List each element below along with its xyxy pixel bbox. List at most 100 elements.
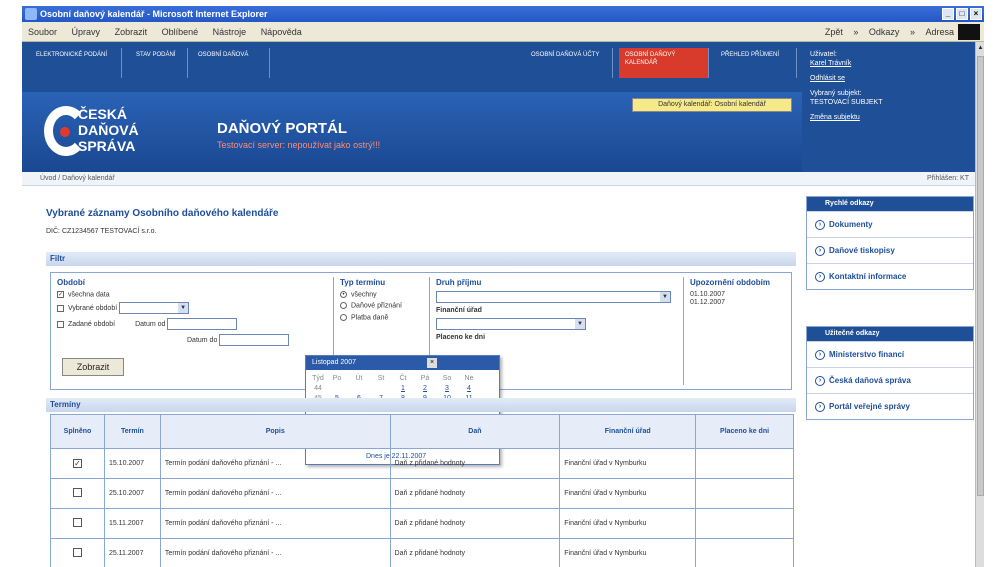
calendar-weekday-header: Po	[332, 375, 342, 382]
checkbox-checked[interactable]: ✓	[57, 291, 64, 298]
toolbar-right: Zpět » Odkazy » Adresa	[817, 22, 954, 42]
done-checkbox[interactable]	[72, 547, 82, 557]
calendar-day	[326, 384, 348, 394]
maximize-button[interactable]: □	[956, 8, 968, 20]
tab-danovy-kalendar[interactable]: OSOBNÍ DAŇOVÝ KALENDÁŘ	[619, 48, 709, 78]
chevron-down-icon[interactable]: ▼	[660, 292, 670, 302]
menu-view[interactable]: Zobrazit	[115, 27, 148, 37]
menu-favorites[interactable]: Oblíbené	[162, 27, 199, 37]
radio[interactable]	[340, 302, 347, 310]
tax-cell: Daň z přidané hodnoty	[389, 538, 561, 567]
scroll-thumb[interactable]	[977, 56, 984, 496]
menu-tools[interactable]: Nástroje	[213, 27, 247, 37]
office-cell: Finanční úřad v Nymburku	[559, 538, 697, 567]
description-cell[interactable]: Termín podání daňového přiznání - ...	[159, 448, 391, 479]
calendar-month[interactable]: Listopad 2007	[312, 359, 356, 366]
back-button[interactable]: Zpět	[825, 27, 843, 37]
sidebar-item-contacts[interactable]: › Kontaktní informace	[807, 263, 973, 289]
done-checkbox[interactable]	[72, 487, 82, 497]
chevron-down-icon[interactable]: ▼	[575, 319, 585, 329]
radio-selected[interactable]: •	[340, 291, 347, 298]
office-cell: Finanční úřad v Nymburku	[559, 448, 697, 479]
druh-label: Druh příjmu	[436, 278, 482, 287]
quick-links-header: Rychlé odkazy	[807, 197, 973, 211]
arrow-circle-icon: ›	[815, 349, 825, 360]
typ-option-priznani[interactable]: Daňové přiznání	[340, 302, 425, 310]
chevron-down-icon[interactable]: ▼	[178, 303, 189, 314]
change-subject-link[interactable]: Změna subjektu	[810, 113, 967, 122]
sidebar-item-cds[interactable]: › Česká daňová správa	[807, 367, 973, 393]
checkbox[interactable]	[57, 320, 64, 328]
col-termin[interactable]: Termín	[103, 414, 161, 449]
filter-header[interactable]: Filtr	[46, 252, 796, 266]
breadcrumb-right: Přihlášen: KT	[802, 172, 975, 186]
description-cell[interactable]: Termín podání daňového přiznání - ...	[159, 538, 391, 567]
paid-cell	[695, 478, 794, 509]
checkbox[interactable]	[57, 304, 64, 312]
useful-links-box: Užitečné odkazy › Ministerstvo financí › Č…	[806, 326, 974, 420]
close-button[interactable]: ×	[970, 8, 982, 20]
tax-cell: Daň z přidané hodnoty	[389, 448, 561, 479]
calendar-day[interactable]: 2	[414, 384, 436, 394]
show-button[interactable]: Zobrazit	[62, 358, 124, 376]
sidebar-item-mf[interactable]: › Ministerstvo financí	[807, 341, 973, 367]
close-icon[interactable]: ×	[427, 358, 437, 368]
menu-edit[interactable]: Úpravy	[72, 27, 101, 37]
uzemi-label: Finanční úřad	[436, 307, 482, 314]
tab-osobni-danova[interactable]: OSOBNÍ DAŇOVÁ	[192, 48, 270, 78]
description-cell[interactable]: Termín podání daňového přiznání - ...	[159, 508, 391, 539]
col-popis[interactable]: Popis	[159, 414, 391, 449]
obdobi-option-vybrane[interactable]: Vybrané období ▼	[57, 302, 326, 315]
sidebar-item-documents[interactable]: › Dokumenty	[807, 211, 973, 237]
typ-option-all[interactable]: • všechny	[340, 291, 425, 298]
useful-links-header: Užitečné odkazy	[807, 327, 973, 341]
sidebar-item-portal[interactable]: › Portál veřejné správy	[807, 393, 973, 419]
description-cell[interactable]: Termín podání daňového přiznání - ...	[159, 478, 391, 509]
date-to-row: Datum do	[187, 334, 326, 347]
uzemi-select[interactable]: ▼	[436, 318, 586, 330]
obdobi-option-all[interactable]: ✓ všechna data	[57, 291, 326, 298]
radio[interactable]	[340, 313, 347, 321]
obdobi-option-zadane[interactable]: Zadané období Datum od	[57, 318, 326, 331]
links-button[interactable]: Odkazy	[869, 27, 900, 37]
calendar-day[interactable]: 4	[458, 384, 480, 394]
table-row: 15.11.2007 Termín podání daňového přiznán…	[50, 508, 794, 539]
sidebar-item-forms[interactable]: › Daňové tiskopisy	[807, 237, 973, 263]
col-splneno[interactable]: Splněno	[50, 414, 105, 449]
menu-bar: Soubor Úpravy Zobrazit Oblíbené Nástroje…	[22, 22, 984, 42]
menu-help[interactable]: Nápověda	[261, 27, 302, 37]
chevron-icon[interactable]: »	[853, 27, 858, 37]
done-checkbox[interactable]: ✓	[72, 458, 82, 468]
vertical-scrollbar[interactable]: ▲	[975, 42, 984, 567]
arrow-circle-icon: ›	[815, 271, 825, 282]
chevron-icon[interactable]: »	[910, 27, 915, 37]
calendar-day[interactable]: 3	[436, 384, 458, 394]
date-cell: 25.10.2007	[103, 478, 161, 509]
tab-elektronicke-podani[interactable]: ELEKTRONICKÉ PODÁNÍ	[30, 48, 122, 78]
done-checkbox[interactable]	[72, 517, 82, 527]
typ-option-platba[interactable]: Platba daně	[340, 313, 425, 321]
calendar-weekday-header: Pá	[420, 375, 430, 382]
tab-danove-ucty[interactable]: OSOBNÍ DAŇOVÁ ÚČTY	[525, 48, 613, 78]
table-row: 25.11.2007 Termín podání daňového přiznán…	[50, 538, 794, 567]
terms-table: Splněno Termín Popis Daň Finanční úřad P…	[50, 414, 794, 567]
logout-link[interactable]: Odhlásit se	[810, 74, 967, 83]
breadcrumb-text[interactable]: Úvod / Daňový kalendář	[40, 175, 115, 182]
col-dan[interactable]: Daň	[389, 414, 561, 449]
calendar-day[interactable]: 1	[392, 384, 414, 394]
scroll-up-icon[interactable]: ▲	[977, 44, 984, 52]
menu-file[interactable]: Soubor	[28, 27, 57, 37]
date-from-input[interactable]	[167, 318, 238, 331]
druh-select[interactable]: ▼	[436, 291, 671, 303]
obdobi-select[interactable]: ▼	[119, 302, 190, 315]
tab-stav-podani[interactable]: STAV PODÁNÍ	[130, 48, 188, 78]
col-financni-urad[interactable]: Finanční úřad	[559, 414, 697, 449]
calendar-nav-button[interactable]: Daňový kalendář: Osobní kalendář	[632, 98, 792, 112]
minimize-button[interactable]: _	[942, 8, 954, 20]
arrow-circle-icon: ›	[815, 245, 825, 256]
col-placeno[interactable]: Placeno ke dni	[695, 414, 794, 449]
subject-label: Vybraný subjekt:	[810, 90, 862, 97]
date-to-input[interactable]	[219, 334, 290, 347]
tab-prehled[interactable]: PŘEHLED PŘÍJMENÍ	[715, 48, 797, 78]
user-name[interactable]: Karel Trávník	[810, 59, 967, 68]
